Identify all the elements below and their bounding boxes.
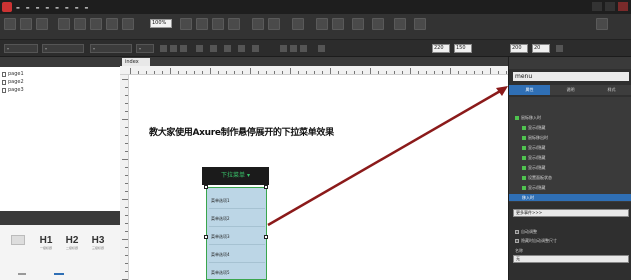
action-row[interactable]: 鼠标移出时 xyxy=(522,135,548,141)
inspector-tabs: 属性 说明 样式 xyxy=(509,85,631,95)
selected-action-row[interactable]: 移入时 xyxy=(509,194,631,201)
inspector-lower: 更多事件>>> 自动调整 隐藏时自动调整尺寸 名称 无 xyxy=(509,207,631,280)
inspector-header xyxy=(509,57,631,69)
axure-window: ▬ ▬ ▬ ▬ ▬ ▬ ▬ ▬ 100% ▾ ▾ ▾ ▾ 220 150 200… xyxy=(0,0,631,280)
resize-hidden-checkbox[interactable]: 隐藏时自动调整尺寸 xyxy=(515,238,557,244)
more-events-dropdown[interactable]: 更多事件>>> xyxy=(513,209,629,217)
action-icon xyxy=(522,136,526,140)
action-row[interactable]: 显示/隐藏 xyxy=(522,155,545,161)
action-row[interactable]: 设置面板状态 xyxy=(522,175,552,181)
widget-name-field[interactable]: menu xyxy=(513,72,629,81)
action-row[interactable]: 显示/隐藏 xyxy=(522,125,545,131)
name-field[interactable]: 无 xyxy=(513,255,629,263)
action-row[interactable]: 显示/隐藏 xyxy=(522,145,545,151)
event-row[interactable]: 鼠标移入时 xyxy=(515,115,541,121)
action-icon xyxy=(522,146,526,150)
tab-notes[interactable]: 说明 xyxy=(550,85,591,95)
interactions-list: 鼠标移入时 显示/隐藏 鼠标移出时 显示/隐藏 显示/隐藏 显示/隐藏 设置面板… xyxy=(509,97,631,202)
checkbox-box xyxy=(515,230,519,234)
event-icon xyxy=(515,116,519,120)
action-icon xyxy=(522,126,526,130)
action-icon xyxy=(522,166,526,170)
action-icon xyxy=(522,176,526,180)
selected-action-label: 移入时 xyxy=(522,195,534,200)
tab-properties[interactable]: 属性 xyxy=(509,85,550,95)
action-icon xyxy=(522,156,526,160)
field-label: 名称 xyxy=(515,248,523,253)
tab-style[interactable]: 样式 xyxy=(591,85,631,95)
action-row[interactable]: 显示/隐藏 xyxy=(522,185,545,191)
inspector-panel: menu 属性 说明 样式 鼠标移入时 显示/隐藏 鼠标移出时 显示/隐藏 显示… xyxy=(508,57,631,280)
auto-fit-checkbox[interactable]: 自动调整 xyxy=(515,229,537,235)
action-icon xyxy=(522,186,526,190)
checkbox-box xyxy=(515,239,519,243)
action-row[interactable]: 显示/隐藏 xyxy=(522,165,545,171)
